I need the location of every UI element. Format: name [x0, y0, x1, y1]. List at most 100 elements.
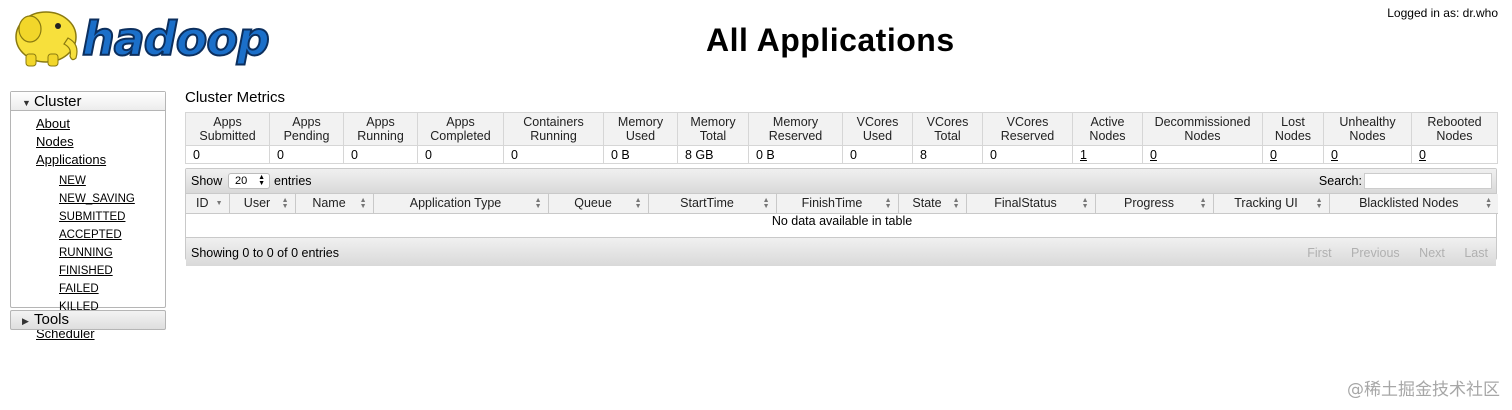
column-header-progress[interactable]: Progress ▲ ▼	[1094, 194, 1214, 214]
metrics-value-link[interactable]: 0	[1419, 148, 1426, 162]
nav-link-state-new[interactable]: NEW	[59, 175, 86, 189]
sort-both-icon: ▲ ▼	[1485, 197, 1492, 210]
paginate-last-button[interactable]: Last	[1464, 246, 1488, 260]
metrics-value-link[interactable]: 0	[1331, 148, 1338, 162]
column-header-blacklisted-nodes[interactable]: Blacklisted Nodes ▲ ▼	[1328, 194, 1498, 214]
metrics-header-line: Containers	[523, 115, 584, 129]
sort-both-icon: ▲ ▼	[359, 197, 367, 210]
logged-in-user: Logged in as: dr.who	[1387, 6, 1498, 20]
metrics-value-cell: 0	[269, 145, 344, 164]
watermark: @稀土掘金技术社区	[1347, 380, 1500, 400]
metrics-value-cell: 1	[1072, 145, 1143, 164]
nav-link-state-finished[interactable]: FINISHED	[59, 265, 113, 279]
paginate-first-button[interactable]: First	[1307, 246, 1331, 260]
metrics-header-cell: Apps Running	[343, 112, 418, 146]
page-title: All Applications	[706, 22, 955, 58]
column-header-label: ID	[196, 196, 209, 211]
show-label: Show	[191, 174, 223, 188]
column-header-label: State	[912, 196, 942, 211]
metrics-header-line: Rebooted	[1427, 115, 1482, 129]
column-header-queue[interactable]: Queue ▲ ▼	[547, 194, 649, 214]
sort-both-icon: ▲ ▼	[1199, 197, 1207, 210]
metrics-value-cell: 0	[1262, 145, 1324, 164]
metrics-header-line: Unhealthy	[1339, 115, 1396, 129]
metrics-header-cell: Apps Pending	[269, 112, 344, 146]
metrics-header-cell: Lost Nodes	[1262, 112, 1324, 146]
sort-both-icon: ▲ ▼	[634, 197, 642, 210]
metrics-header-cell: VCores Reserved	[982, 112, 1073, 146]
column-header-label: Blacklisted Nodes	[1359, 196, 1459, 211]
metrics-header-line: Apps	[366, 115, 395, 129]
paginate-previous-button[interactable]: Previous	[1351, 246, 1400, 260]
metrics-header-cell: Containers Running	[503, 112, 604, 146]
metrics-value-cell: 0	[343, 145, 418, 164]
column-header-id[interactable]: ID ▼	[186, 194, 230, 214]
metrics-header-line: Reserved	[768, 129, 823, 143]
metrics-header-line: Decommissioned	[1154, 115, 1251, 129]
column-header-label: User	[243, 196, 271, 211]
sort-both-icon: ▲ ▼	[1315, 197, 1323, 210]
column-header-label: FinalStatus	[994, 196, 1057, 211]
column-header-name[interactable]: Name ▲ ▼	[294, 194, 374, 214]
metrics-header-line: Reserved	[1000, 129, 1055, 143]
metrics-value-cell: 0	[842, 145, 913, 164]
metrics-value-link[interactable]: 0	[1150, 148, 1157, 162]
nav-link-nodes[interactable]: Nodes	[36, 134, 74, 149]
column-header-starttime[interactable]: StartTime ▲ ▼	[647, 194, 777, 214]
column-header-label: Name	[312, 196, 346, 211]
metrics-value-cell: 0 B	[603, 145, 678, 164]
metrics-value-link[interactable]: 0	[1270, 148, 1277, 162]
metrics-header-line: Running	[530, 129, 577, 143]
search-input[interactable]	[1364, 173, 1492, 189]
metrics-header-line: Nodes	[1274, 129, 1312, 143]
metrics-value-cell: 8 GB	[677, 145, 749, 164]
column-header-user[interactable]: User ▲ ▼	[228, 194, 296, 214]
column-header-label: FinishTime	[801, 196, 863, 211]
nav-link-state-running[interactable]: RUNNING	[59, 247, 113, 261]
metrics-header-line: Active	[1090, 115, 1125, 129]
cluster-nav-header[interactable]: ▼ Cluster	[11, 92, 165, 111]
metrics-header-line: VCores	[1006, 115, 1049, 129]
metrics-value-cell: 0	[1323, 145, 1412, 164]
metrics-header-cell: Memory Total	[677, 112, 749, 146]
page-length-value: 20	[235, 175, 248, 187]
cluster-nav-panel: ▼ Cluster About Nodes Applications NEW NE…	[10, 91, 166, 341]
metrics-header-line: VCores	[856, 115, 899, 129]
column-header-tracking-ui[interactable]: Tracking UI ▲ ▼	[1212, 194, 1330, 214]
metrics-header-line: Nodes	[1436, 129, 1473, 143]
metrics-header-line: Pending	[283, 129, 330, 143]
nav-link-state-failed[interactable]: FAILED	[59, 283, 99, 297]
metrics-value-cell: 8	[912, 145, 983, 164]
page-length-select[interactable]: 20 ▲ ▼	[228, 173, 270, 189]
search-label: Search:	[1318, 174, 1362, 188]
tools-nav-panel[interactable]: ▶ Tools	[10, 310, 166, 330]
select-arrows-icon: ▲ ▼	[258, 174, 265, 187]
paginate-next-button[interactable]: Next	[1419, 246, 1445, 260]
nav-link-state-submitted[interactable]: SUBMITTED	[59, 211, 125, 225]
metrics-header-line: Nodes	[1089, 129, 1126, 143]
metrics-header-cell: VCores Used	[842, 112, 913, 146]
metrics-header-cell: VCores Total	[912, 112, 983, 146]
column-header-finishtime[interactable]: FinishTime ▲ ▼	[775, 194, 899, 214]
nav-link-state-accepted[interactable]: ACCEPTED	[59, 229, 122, 243]
metrics-value-link[interactable]: 1	[1080, 148, 1087, 162]
metrics-header-line: Running	[357, 129, 404, 143]
triangle-right-icon: ▶	[22, 316, 29, 326]
metrics-header-line: Nodes	[1349, 129, 1386, 143]
column-header-finalstatus[interactable]: FinalStatus ▲ ▼	[965, 194, 1096, 214]
nav-link-applications[interactable]: Applications	[36, 152, 106, 167]
metrics-header-line: Nodes	[1184, 129, 1221, 143]
metrics-header-line: Submitted	[199, 129, 256, 143]
metrics-header-line: Apps	[213, 115, 242, 129]
metrics-value-cell: 0	[185, 145, 270, 164]
column-header-application-type[interactable]: Application Type ▲ ▼	[372, 194, 549, 214]
tools-nav-header[interactable]: ▶ Tools	[11, 311, 165, 330]
nav-link-state-new-saving[interactable]: NEW_SAVING	[59, 193, 135, 207]
metrics-header-line: Used	[862, 129, 893, 143]
column-header-state[interactable]: State ▲ ▼	[897, 194, 967, 214]
sort-both-icon: ▲ ▼	[281, 197, 289, 210]
hadoop-logo[interactable]: hadoop	[10, 4, 282, 70]
column-header-label: Queue	[574, 196, 612, 211]
nav-link-about[interactable]: About	[36, 116, 70, 131]
applications-header-row: ID ▼ User ▲ ▼ Name ▲ ▼ Application Type ▲ ▼ Queue ▲ ▼…	[186, 194, 1498, 214]
